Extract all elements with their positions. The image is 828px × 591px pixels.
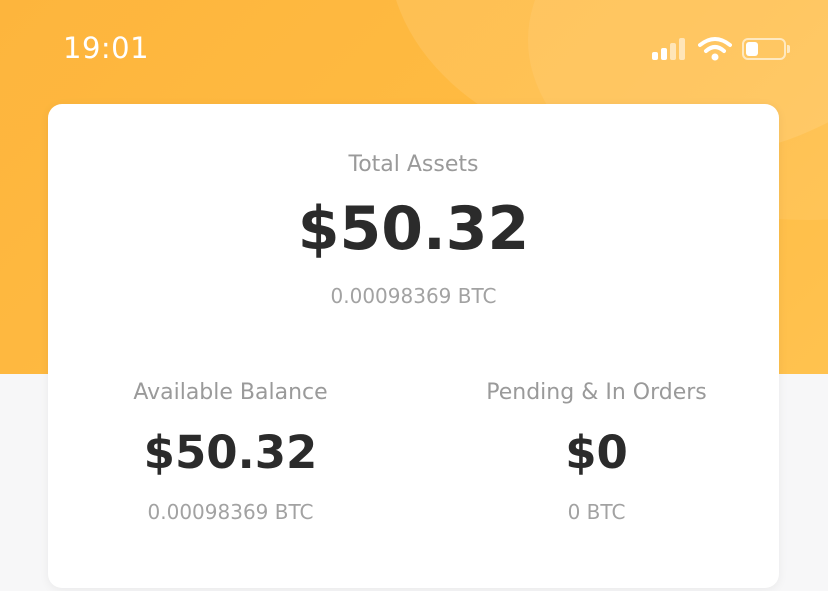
available-balance-section: Available Balance $50.32 0.00098369 BTC — [48, 380, 413, 524]
total-assets-value: $50.32 — [297, 194, 530, 264]
assets-card: Total Assets $50.32 0.00098369 BTC Avail… — [48, 104, 779, 588]
battery-icon — [742, 38, 792, 62]
wifi-icon — [698, 37, 732, 61]
pending-in-orders-value: $0 — [565, 426, 628, 479]
battery-level — [746, 42, 758, 56]
available-balance-label: Available Balance — [133, 380, 328, 405]
pending-in-orders-label: Pending & In Orders — [486, 380, 707, 405]
pending-in-orders-btc: 0 BTC — [567, 500, 626, 524]
cellular-signal-icon — [652, 38, 692, 60]
available-balance-value: $50.32 — [143, 426, 318, 479]
total-assets-label: Total Assets — [348, 152, 479, 177]
total-assets-btc: 0.00098369 BTC — [330, 284, 497, 308]
wallet-screen: 19:01 Total Assets $50.32 0.00098369 BTC… — [0, 0, 828, 591]
pending-in-orders-section: Pending & In Orders $0 0 BTC — [414, 380, 779, 524]
available-balance-btc: 0.00098369 BTC — [147, 500, 314, 524]
status-time: 19:01 — [63, 31, 150, 65]
status-bar: 19:01 — [0, 0, 828, 100]
